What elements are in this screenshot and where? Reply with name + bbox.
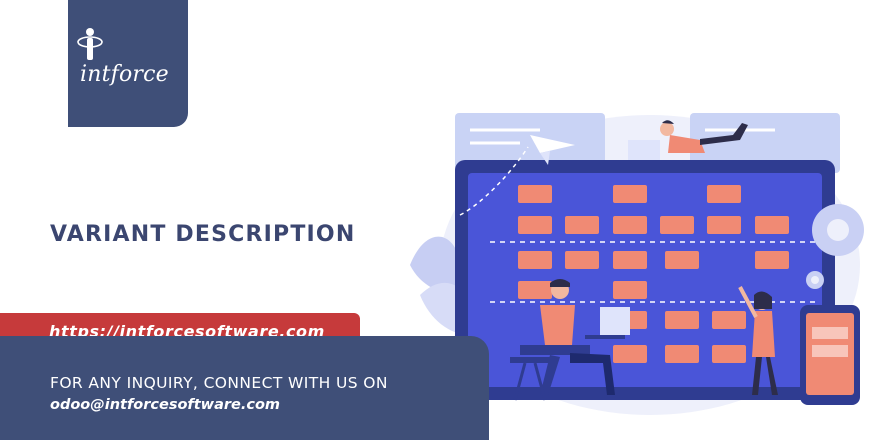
- logo-text: intforce: [80, 62, 169, 87]
- contact-heading: FOR ANY INQUIRY, CONNECT WITH US ON: [50, 374, 388, 392]
- logo: intforce: [68, 0, 188, 127]
- contact-panel: FOR ANY INQUIRY, CONNECT WITH US ON odoo…: [0, 336, 489, 440]
- logo-mark-icon: [77, 28, 103, 60]
- contact-email[interactable]: odoo@intforcesoftware.com: [50, 397, 280, 413]
- page-title: VARIANT DESCRIPTION: [50, 222, 356, 247]
- tablet-icon: [800, 305, 860, 405]
